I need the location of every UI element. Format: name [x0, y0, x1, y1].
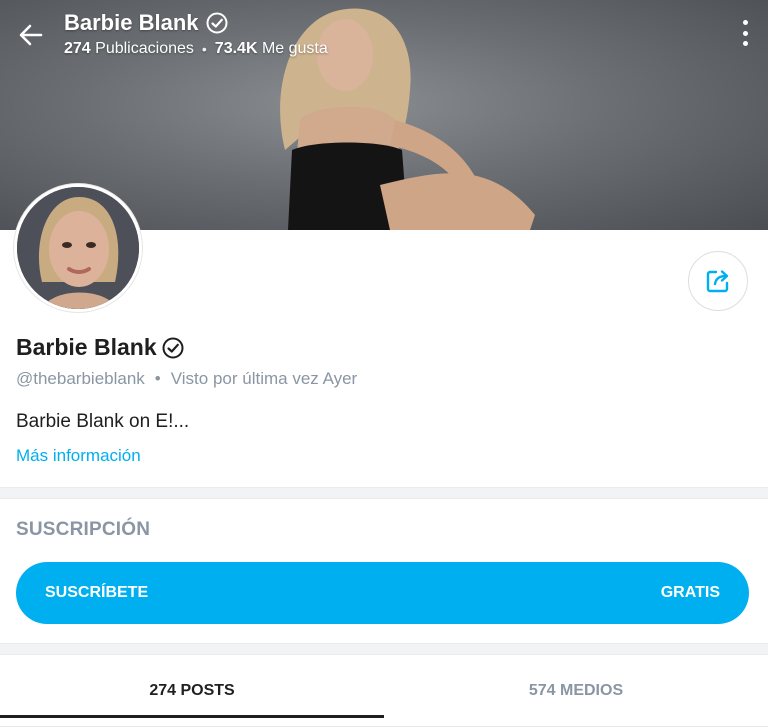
avatar[interactable]	[14, 184, 142, 312]
more-info-link[interactable]: Más información	[16, 446, 141, 466]
section-divider	[0, 487, 768, 499]
subscribe-price: GRATIS	[660, 584, 720, 601]
tab-posts[interactable]: 274 POSTS	[0, 656, 384, 726]
last-seen: Visto por última vez Ayer	[170, 369, 358, 388]
tab-media-label: 574 MEDIOS	[528, 682, 624, 699]
section-divider	[0, 643, 768, 655]
subscription-heading: SUSCRIPCIÓN	[16, 519, 151, 540]
back-button[interactable]	[14, 20, 48, 50]
meta-separator: •	[154, 369, 161, 388]
profile-meta: @thebarbieblank • Visto por última vez A…	[16, 369, 357, 389]
avatar-image	[17, 187, 139, 309]
stats-separator: •	[201, 41, 207, 57]
verified-badge-icon	[206, 12, 227, 34]
profile-name-text: Barbie Blank	[16, 334, 157, 360]
profile-handle: @thebarbieblank	[16, 369, 145, 388]
posts-count: 274	[64, 40, 91, 57]
tab-posts-label: 274 POSTS	[149, 682, 235, 699]
header-stats: 274 Publicaciones • 73.4K Me gusta	[64, 40, 328, 58]
verified-badge-icon	[162, 337, 184, 358]
profile-name: Barbie Blank	[16, 334, 185, 361]
posts-label: Publicaciones	[95, 40, 194, 57]
header-title: Barbie Blank	[64, 10, 229, 36]
more-vertical-icon-dot	[742, 41, 748, 46]
subscribe-label: SUSCRÍBETE	[45, 584, 149, 601]
profile-bio: Barbie Blank on E!...	[16, 411, 190, 432]
likes-label: Me gusta	[261, 40, 328, 57]
share-icon	[706, 270, 729, 293]
content-tabs: 274 POSTS 574 MEDIOS	[0, 656, 768, 727]
arrow-left-icon	[19, 24, 43, 46]
top-bar: Barbie Blank 274 Publicaciones • 73.4K M…	[0, 0, 768, 70]
more-vertical-icon-dot	[742, 20, 748, 25]
likes-count: 73.4K	[214, 40, 258, 57]
header-title-text: Barbie Blank	[64, 10, 199, 35]
share-button[interactable]	[688, 251, 748, 311]
tab-media[interactable]: 574 MEDIOS	[384, 656, 768, 726]
avatar-portrait	[17, 187, 139, 309]
more-vertical-icon-dot	[742, 30, 748, 36]
subscribe-button[interactable]: SUSCRÍBETE GRATIS	[16, 562, 749, 624]
more-options-button[interactable]	[740, 20, 750, 46]
